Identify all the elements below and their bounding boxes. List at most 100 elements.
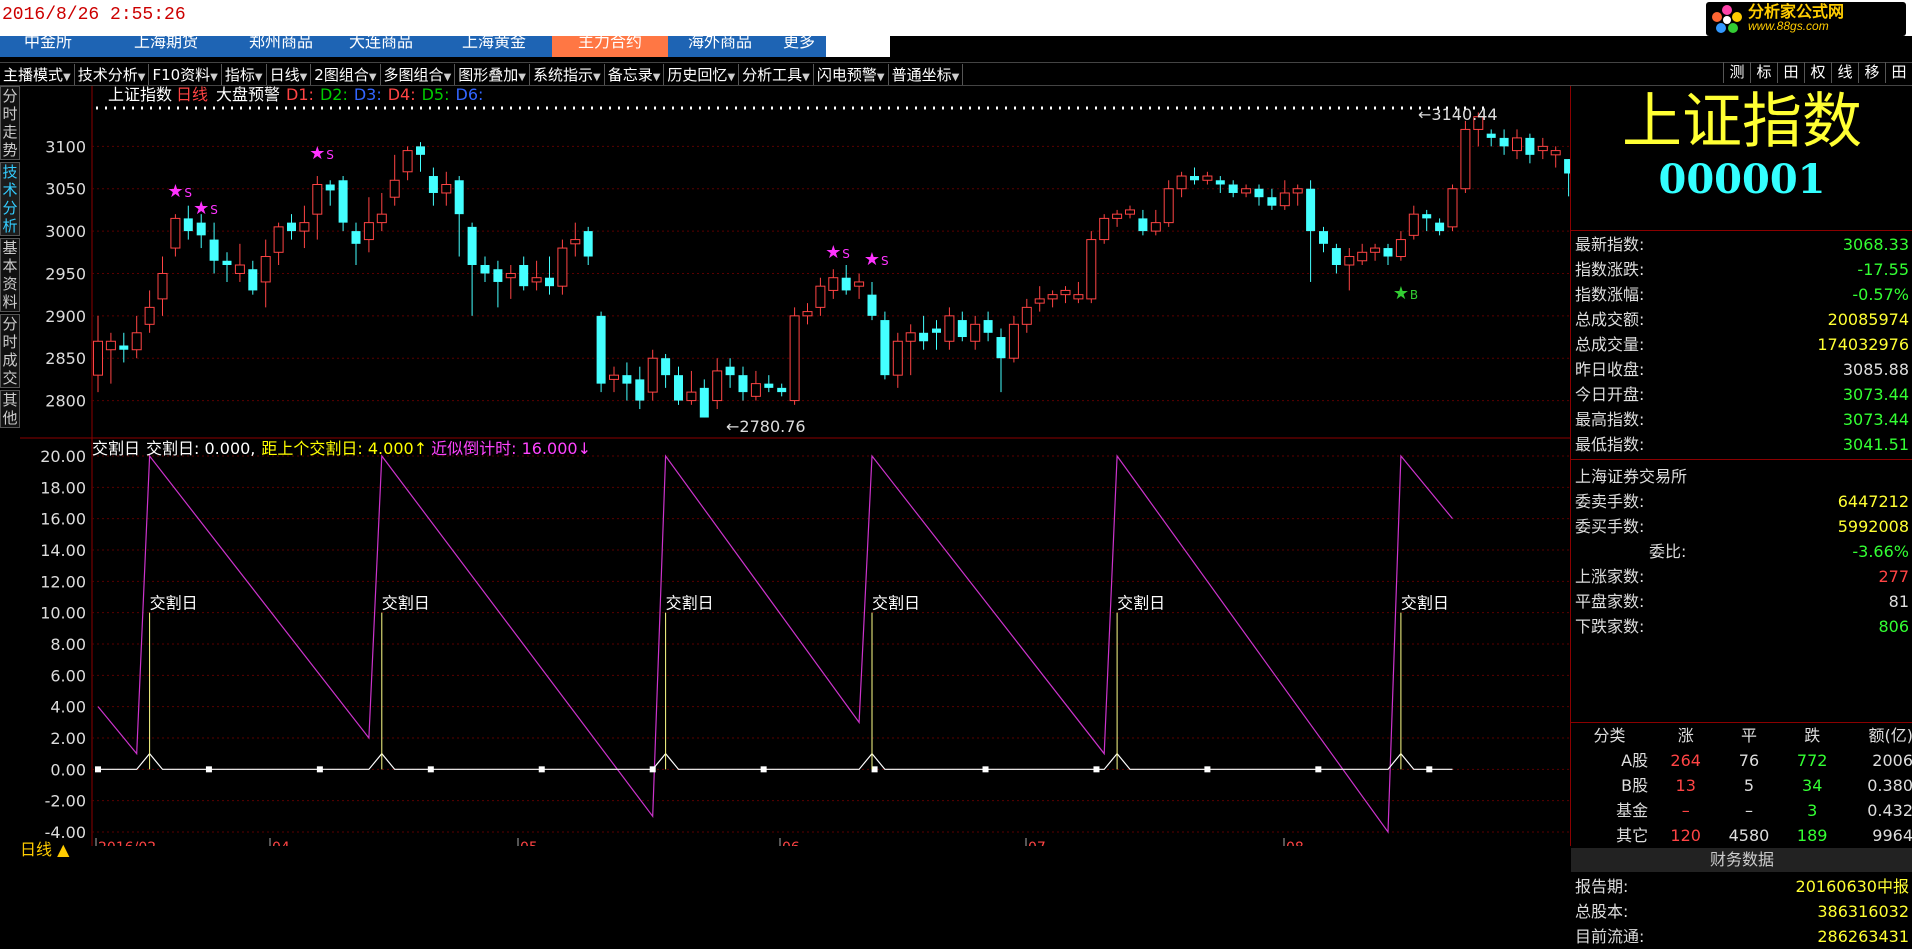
toolbar-label: 主播模式 bbox=[3, 65, 64, 84]
toolbar-label: 闪电预警 bbox=[816, 65, 877, 84]
order-row: 平盘家数: 81 bbox=[1575, 589, 1909, 614]
panel-divider bbox=[1571, 230, 1912, 231]
market-tab-7[interactable]: 更多 bbox=[772, 36, 826, 57]
market-tab-3[interactable]: 大连商品 bbox=[326, 36, 436, 57]
baseline-marker bbox=[982, 766, 989, 773]
toolbar-item-1[interactable]: 技术分析▼ bbox=[75, 63, 150, 85]
quote-row: 总成交额: 20085974 bbox=[1575, 307, 1909, 332]
toolbar-item-5[interactable]: 2图组合▼ bbox=[311, 63, 381, 85]
tool-button-2[interactable]: 田 bbox=[1777, 62, 1804, 83]
toolbar-label: 2图组合 bbox=[314, 65, 369, 84]
market-tab-4[interactable]: 上海黄金 bbox=[436, 36, 552, 57]
table-cell: 基金 bbox=[1616, 801, 1649, 820]
chart-area[interactable]: 3100305030002950290028502800 ★ S★ S★ S★ S ★ S★… bbox=[0, 86, 1570, 846]
title-bar: 2016/8/26 2:55:26 分析家公式网 www.88gs.com bbox=[0, 0, 1912, 36]
table-cell: 5 bbox=[1743, 776, 1755, 795]
exchange-name: 上海证券交易所 bbox=[1575, 467, 1688, 486]
dropdown-arrow-icon: ▼ bbox=[593, 71, 601, 83]
marker-label: 交割日 bbox=[872, 594, 920, 613]
order-label: 委比: bbox=[1649, 542, 1687, 561]
toolbar-label: F10资料 bbox=[152, 65, 211, 84]
sub-tick: 8.00 bbox=[50, 635, 86, 654]
date-tick: 04 bbox=[272, 840, 290, 846]
toolbar-item-9[interactable]: 备忘录▼ bbox=[605, 63, 665, 85]
table-row: B股 13 5 34 0.380 bbox=[1571, 773, 1912, 798]
toolbar-item-10[interactable]: 历史回忆▼ bbox=[664, 63, 740, 85]
tool-button-5[interactable]: 移 bbox=[1858, 62, 1885, 83]
market-tab-1[interactable]: 上海期货 bbox=[96, 36, 236, 57]
main-title: 上证指数 日线 大盘预警 D1: D2: D3: D4: D5: D6: bbox=[108, 86, 483, 104]
dropdown-arrow-icon: ▼ bbox=[443, 71, 452, 83]
order-value: -3.66% bbox=[1852, 542, 1909, 561]
price-tick: 2850 bbox=[45, 349, 86, 368]
sub-tick: 4.00 bbox=[50, 698, 86, 717]
finance-row: 目前流通: 286263431 bbox=[1575, 924, 1909, 949]
toolbar-item-13[interactable]: 普通坐标▼ bbox=[889, 63, 964, 85]
toolbar-label: 指标 bbox=[224, 65, 255, 84]
tool-button-1[interactable]: 标 bbox=[1750, 62, 1777, 83]
table-cell: 其它 bbox=[1616, 826, 1649, 845]
index-name: 上证指数 bbox=[1622, 87, 1862, 157]
signal-label: S bbox=[326, 148, 334, 162]
table-cell: B股 bbox=[1621, 776, 1649, 795]
date-tick: 05 bbox=[520, 840, 538, 846]
table-row: 基金 – – 3 0.432 bbox=[1571, 798, 1912, 823]
table-cell: 120 bbox=[1670, 826, 1701, 845]
table-cell: 4580 bbox=[1728, 826, 1770, 845]
table-cell: 264 bbox=[1670, 751, 1701, 770]
finance-title[interactable]: 财务数据 bbox=[1571, 848, 1912, 872]
toolbar-item-6[interactable]: 多图组合▼ bbox=[381, 63, 456, 85]
marker-label: 交割日 bbox=[150, 594, 198, 613]
toolbar-item-8[interactable]: 系统指示▼ bbox=[530, 63, 605, 85]
quote-value: 3073.44 bbox=[1842, 410, 1909, 429]
arrow-down-icon: ↓ bbox=[578, 439, 591, 458]
title-period: 日线 bbox=[176, 86, 208, 104]
candle bbox=[1460, 120, 1471, 193]
toolbar: 主播模式▼ 技术分析▼ F10资料▼ 指标▼ 日线▼ 2图组合▼ 多图组合▼ 图形叠加▼ 系统指… bbox=[0, 62, 1912, 86]
table-cell: 2006 bbox=[1872, 751, 1912, 770]
bottom-tab-label: 日线 bbox=[20, 840, 53, 859]
market-tab-0[interactable]: 中金所 bbox=[0, 36, 96, 57]
toolbar-item-11[interactable]: 分析工具▼ bbox=[739, 63, 814, 85]
market-tab-5[interactable]: 主力合约 bbox=[552, 36, 668, 57]
order-label: 委卖手数: bbox=[1575, 492, 1645, 511]
finance-value: 386316032 bbox=[1817, 902, 1909, 921]
signal-label: B bbox=[1410, 288, 1418, 302]
table-cell: – bbox=[1681, 801, 1690, 820]
quote-value: 3041.51 bbox=[1842, 435, 1909, 454]
finance-label: 目前流通: bbox=[1575, 927, 1645, 946]
toolbar-item-3[interactable]: 指标▼ bbox=[222, 63, 267, 85]
market-tab-2[interactable]: 郑州商品 bbox=[236, 36, 326, 57]
tool-button-0[interactable]: 测 bbox=[1723, 62, 1750, 83]
toolbar-item-7[interactable]: 图形叠加▼ bbox=[455, 63, 530, 85]
quote-value: 3068.33 bbox=[1842, 235, 1909, 254]
toolbar-item-12[interactable]: 闪电预警▼ bbox=[814, 63, 889, 85]
tool-button-3[interactable]: 权 bbox=[1804, 62, 1831, 83]
tool-button-4[interactable]: 线 bbox=[1831, 62, 1858, 83]
quote-panel: 上证指数 000001 最新指数: 3068.33 指数涨跌: -17.55 指数涨幅:… bbox=[1570, 86, 1912, 946]
toolbar-item-4[interactable]: 日线▼ bbox=[267, 63, 312, 85]
finance-label: 总股本: bbox=[1575, 902, 1629, 921]
price-tick: 2900 bbox=[45, 307, 86, 326]
table-header-cell: 平 bbox=[1740, 726, 1757, 745]
order-row: 委买手数: 5992008 bbox=[1575, 514, 1909, 539]
toolbar-item-0[interactable]: 主播模式▼ bbox=[0, 63, 75, 85]
dropdown-arrow-icon: ▼ bbox=[254, 71, 263, 83]
logo-title: 分析家公式网 bbox=[1748, 2, 1845, 21]
baseline-marker bbox=[95, 766, 101, 773]
star-icon: ★ bbox=[167, 181, 183, 202]
sub-tick: 18.00 bbox=[40, 478, 86, 497]
d-label: D2: bbox=[320, 86, 348, 104]
bottom-period-tab[interactable]: 日线 ▲ bbox=[20, 836, 69, 860]
toolbar-item-2[interactable]: F10资料▼ bbox=[149, 63, 222, 85]
market-tab-6[interactable]: 海外商品 bbox=[668, 36, 772, 57]
table-row: A股 264 76 772 2006 bbox=[1571, 748, 1912, 773]
tool-button-6[interactable]: 田 bbox=[1885, 62, 1912, 83]
quote-label: 最新指数: bbox=[1575, 235, 1645, 254]
title-alert: 大盘预警 bbox=[216, 86, 280, 104]
table-header-cell: 跌 bbox=[1804, 726, 1821, 745]
order-label: 委买手数: bbox=[1575, 517, 1645, 536]
flower-logo-icon bbox=[1710, 4, 1744, 34]
dropdown-arrow-icon: ▼ bbox=[299, 71, 308, 83]
toolbar-label: 图形叠加 bbox=[458, 65, 519, 84]
